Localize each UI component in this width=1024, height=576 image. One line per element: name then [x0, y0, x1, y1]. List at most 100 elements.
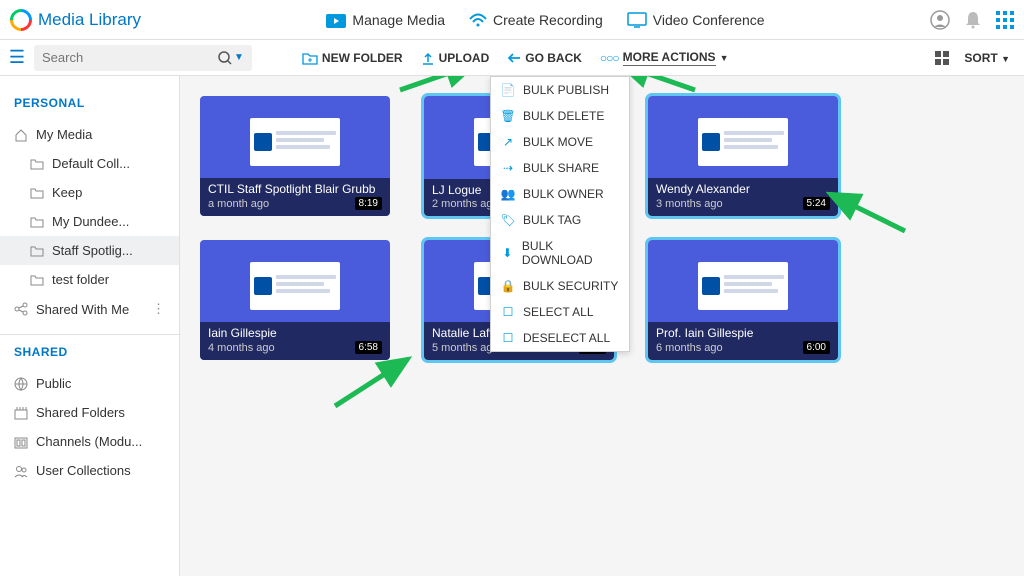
sidebar-item-label: Public — [36, 376, 71, 391]
search-icon[interactable] — [218, 51, 232, 65]
annotation-arrow — [330, 351, 420, 411]
upload-icon — [421, 51, 435, 65]
dropdown-item[interactable]: 🗑BULK DELETE — [491, 103, 629, 129]
sidebar-item-label: test folder — [52, 272, 109, 287]
swirl-icon — [5, 4, 36, 35]
dropdown-item-icon: ⬇ — [501, 246, 514, 260]
thumbnail — [250, 262, 340, 310]
toolbar: ☰ ▼ NEW FOLDER UPLOAD GO BACK ○○○ — [0, 40, 1024, 76]
dropdown-item-label: BULK DELETE — [523, 109, 604, 123]
bell-icon[interactable] — [964, 10, 982, 30]
sidebar-personal-head: PERSONAL — [0, 96, 179, 120]
sidebar-my-media[interactable]: My Media — [0, 120, 179, 149]
card-time: 4 months ago — [208, 342, 275, 354]
folder-icon — [30, 274, 44, 286]
sidebar-item-label: Shared With Me — [36, 302, 129, 317]
hamburger-icon[interactable]: ☰ — [0, 47, 34, 68]
thumbnail — [250, 118, 340, 166]
sidebar-folder-item[interactable]: Default Coll... — [0, 149, 179, 178]
dropdown-item[interactable]: 👥BULK OWNER — [491, 181, 629, 207]
sidebar-shared-with-me[interactable]: Shared With Me ⋮ — [0, 294, 179, 324]
card-overlay: CTIL Staff Spotlight Blair Grubba month … — [200, 178, 390, 216]
wifi-icon — [469, 12, 487, 28]
card-overlay: Iain Gillespie 4 months ago 6:58 — [200, 322, 390, 360]
folder-play-icon — [326, 12, 346, 28]
sidebar-item-label: Channels (Modu... — [36, 434, 142, 449]
view-grid-icon[interactable] — [934, 50, 950, 66]
sidebar-shared-item[interactable]: Channels (Modu... — [0, 427, 179, 456]
thumb-badge-icon — [702, 133, 720, 151]
sidebar-folder-item[interactable]: test folder — [0, 265, 179, 294]
search-wrap: ▼ — [34, 45, 252, 71]
sidebar-shared-item[interactable]: User Collections — [0, 456, 179, 485]
dropdown-item-icon: ☐ — [501, 331, 515, 345]
card-title: Iain Gillespie — [208, 326, 382, 340]
dropdown-item[interactable]: ⬇ BULK DOWNLOAD — [491, 233, 629, 273]
media-card[interactable]: Iain Gillespie 4 months ago 6:58 — [200, 240, 390, 360]
main-area: PERSONAL My Media Default Coll... Keep My … — [0, 76, 1024, 576]
sidebar-folder-item[interactable]: Keep — [0, 178, 179, 207]
ellipsis-icon[interactable]: ⋮ — [152, 301, 165, 317]
dropdown-item[interactable]: 🏷 BULK TAG — [491, 207, 629, 233]
media-card[interactable]: Prof. Iain Gillespie 6 months ago 6:00 — [648, 240, 838, 360]
dropdown-item[interactable]: ☐DESELECT ALL — [491, 325, 629, 351]
dropdown-item-icon: ⇢ — [501, 161, 515, 175]
apps-grid-icon[interactable] — [996, 11, 1014, 29]
sidebar-folder-item[interactable]: My Dundee... — [0, 207, 179, 236]
sort-button[interactable]: SORT ▼ — [964, 51, 1010, 65]
media-card[interactable]: CTIL Staff Spotlight Blair Grubba month … — [200, 96, 390, 216]
dropdown-item-icon: 🏷 — [501, 213, 515, 227]
card-time: 6 months ago — [656, 342, 723, 354]
dropdown-item-icon: 🔒 — [501, 279, 515, 293]
thumbnail — [698, 118, 788, 166]
shared-item-icon — [14, 377, 28, 391]
tb-label: MORE ACTIONS — [623, 50, 716, 66]
top-nav: Media Library Manage Media Create Record… — [0, 0, 1024, 40]
nav-manage-media[interactable]: Manage Media — [326, 12, 445, 28]
card-overlay: Wendy Alexander3 months ago5:24 — [648, 178, 838, 216]
folder-icon — [30, 158, 44, 170]
user-circle-icon[interactable] — [930, 10, 950, 30]
folder-icon — [30, 245, 44, 257]
sidebar-item-label: Default Coll... — [52, 156, 130, 171]
card-title: Prof. Iain Gillespie — [656, 326, 830, 340]
sidebar-folder-item[interactable]: Staff Spotlig... — [0, 236, 179, 265]
tb-label: SORT — [964, 51, 997, 65]
dropdown-item-label: BULK TAG — [523, 213, 581, 227]
dropdown-item[interactable]: 📄BULK PUBLISH — [491, 77, 629, 103]
more-actions-button[interactable]: ○○○ MORE ACTIONS ▼ — [600, 50, 729, 66]
brand-logo[interactable]: Media Library — [10, 9, 141, 31]
nav-create-recording[interactable]: Create Recording — [469, 12, 603, 28]
caret-down-icon: ▼ — [720, 53, 729, 63]
dropdown-item[interactable]: ↗BULK MOVE — [491, 129, 629, 155]
sidebar-item-label: My Dundee... — [52, 214, 129, 229]
dropdown-item-label: BULK OWNER — [523, 187, 604, 201]
go-back-button[interactable]: GO BACK — [507, 51, 582, 65]
card-duration: 6:00 — [803, 341, 830, 354]
nav-video-conference[interactable]: Video Conference — [627, 12, 765, 28]
search-caret-icon[interactable]: ▼ — [234, 52, 244, 63]
card-time: 2 months ago — [432, 198, 499, 210]
dropdown-item[interactable]: ⇢BULK SHARE — [491, 155, 629, 181]
arrow-left-icon — [507, 52, 521, 64]
sidebar: PERSONAL My Media Default Coll... Keep My … — [0, 76, 180, 576]
annotation-arrow — [395, 76, 485, 98]
share-icon — [14, 302, 28, 316]
upload-button[interactable]: UPLOAD — [421, 51, 490, 65]
dropdown-item-label: BULK PUBLISH — [523, 83, 609, 97]
media-card[interactable]: Wendy Alexander3 months ago5:24 — [648, 96, 838, 216]
card-duration: 6:58 — [355, 341, 382, 354]
sidebar-shared-item[interactable]: Shared Folders — [0, 398, 179, 427]
new-folder-button[interactable]: NEW FOLDER — [302, 51, 403, 65]
tb-label: GO BACK — [525, 51, 582, 65]
shared-item-icon — [14, 435, 28, 449]
thumb-badge-icon — [702, 277, 720, 295]
sidebar-shared-item[interactable]: Public — [0, 369, 179, 398]
dropdown-item[interactable]: 🔒BULK SECURITY — [491, 273, 629, 299]
search-input[interactable] — [42, 50, 218, 65]
more-dots-icon: ○○○ — [600, 51, 619, 65]
sidebar-item-label: My Media — [36, 127, 92, 142]
card-overlay: Prof. Iain Gillespie 6 months ago 6:00 — [648, 322, 838, 360]
dropdown-item-label: BULK DOWNLOAD — [522, 239, 619, 267]
dropdown-item[interactable]: ☐SELECT ALL — [491, 299, 629, 325]
